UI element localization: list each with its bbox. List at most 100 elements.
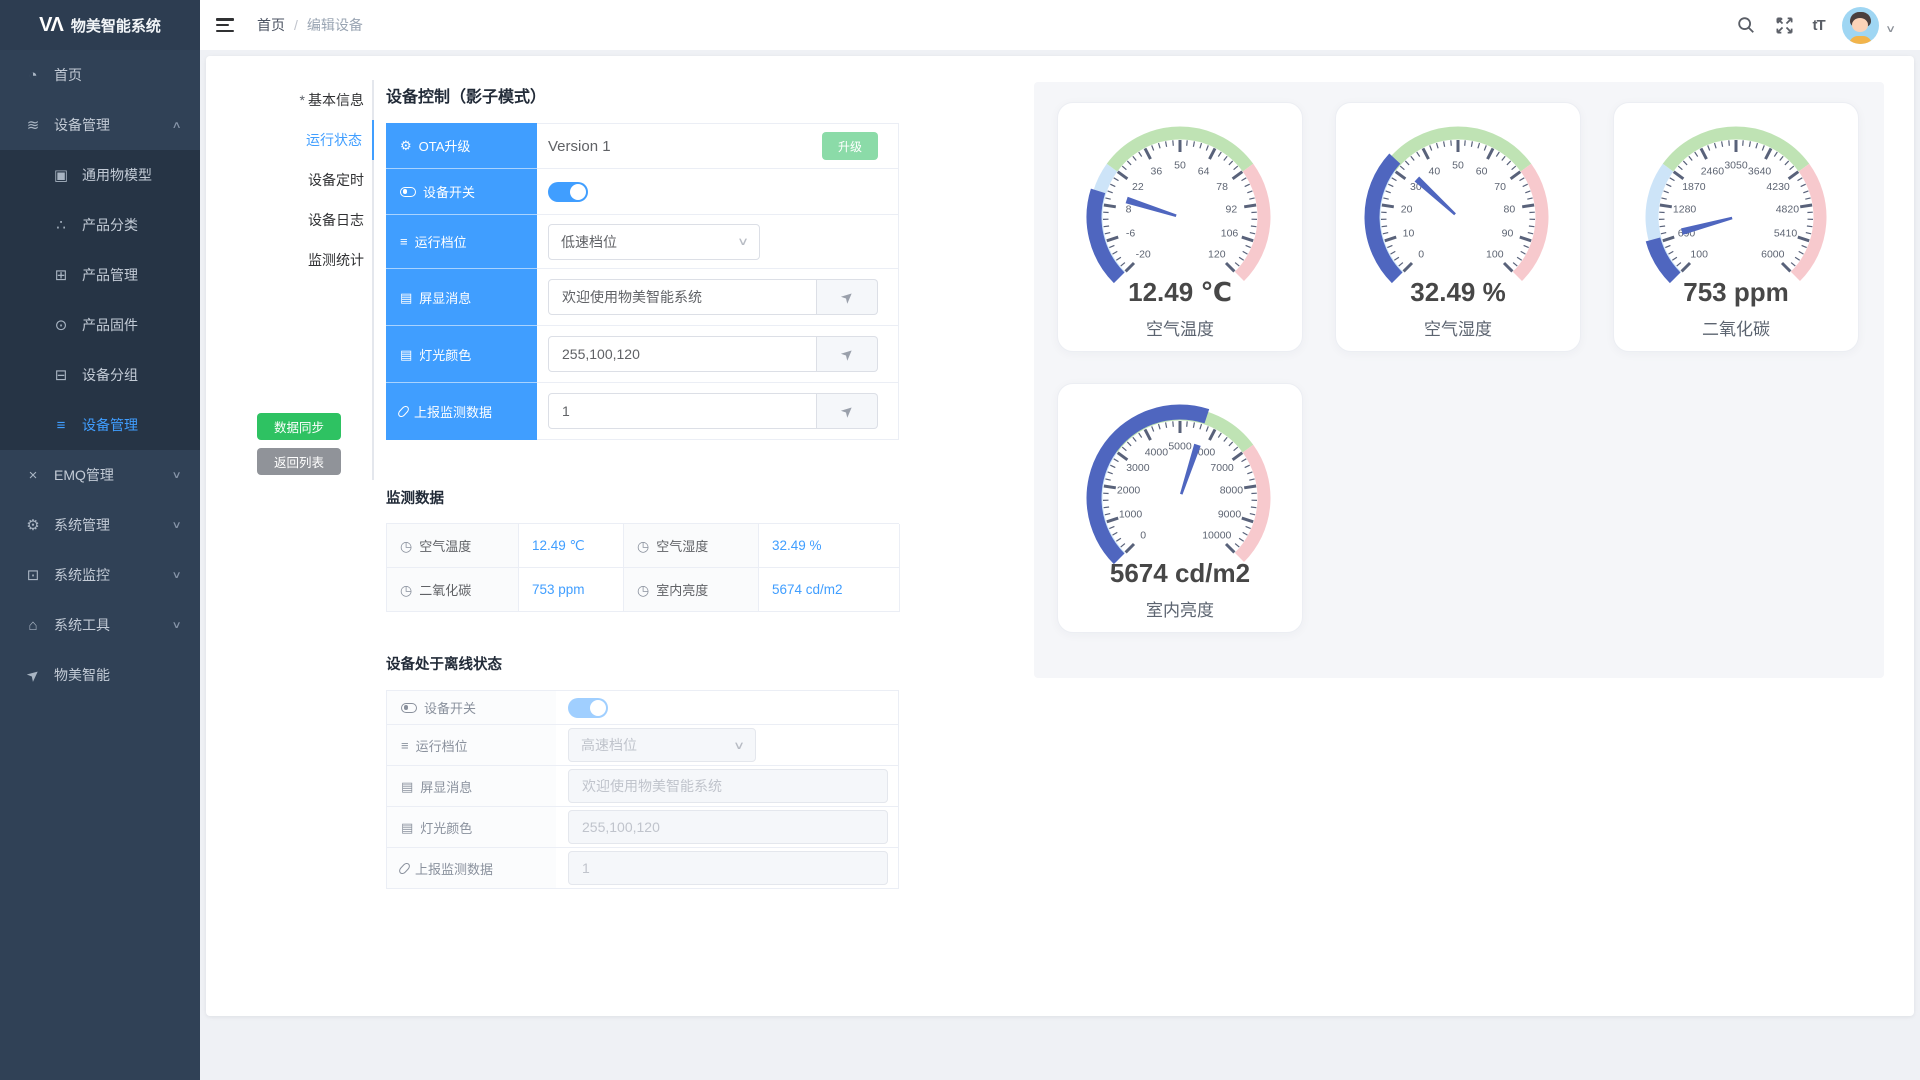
gauge-label: 室内亮度 [1058, 596, 1302, 621]
control-row-label: ⚙OTA升级 [386, 123, 537, 169]
sidebar-item-label: 产品分类 [82, 215, 138, 235]
back-to-list-button[interactable]: 返回列表 [257, 448, 341, 475]
tab-监测统计[interactable]: 监测统计 [262, 240, 374, 280]
sidebar-menu: ◔首页 ≋设备管理∧ ▣通用物模型 ∴ 产品分类 ⊞产品管理 ⊙产品固件 ⊟设备分… [0, 50, 200, 700]
svg-text:20: 20 [1401, 204, 1413, 216]
offline-row: ≡运行档位 高速档位 ∨ [387, 725, 899, 766]
breadcrumb-home[interactable]: 首页 [257, 15, 285, 35]
gauge-dial: -20-68223650647892106120 [1070, 117, 1290, 285]
sidebar-item-product-category[interactable]: ∴ 产品分类 [0, 200, 200, 250]
paperclip-icon [398, 861, 412, 875]
svg-text:90: 90 [1502, 228, 1514, 240]
tab-设备定时[interactable]: 设备定时 [262, 160, 374, 200]
offline-row-value: 欢迎使用物美智能系统 [556, 766, 899, 807]
sidebar-item-product-mgmt[interactable]: ⊞产品管理 [0, 250, 200, 300]
paper-plane-icon: ➤ [21, 666, 45, 684]
sidebar-item-sys-tools[interactable]: ⌂系统工具∨ [0, 600, 200, 650]
text-input: 欢迎使用物美智能系统 [568, 769, 888, 803]
group-icon: ⊟ [49, 366, 73, 384]
sidebar-item-wumei-smart[interactable]: ➤ 物美智能 [0, 650, 200, 700]
svg-text:0: 0 [1140, 529, 1146, 541]
text-input[interactable]: 1 [548, 393, 817, 429]
control-row-label: 设备开关 [386, 169, 537, 215]
control-row-label: ▤屏显消息 [386, 269, 537, 326]
offline-state-table: 设备开关 ≡运行档位 高速档位 ∨ ▤屏显消息 欢迎使用物美智能系统 ▤灯光颜色… [386, 690, 899, 889]
send-button[interactable]: ➤ [817, 279, 878, 315]
tab-设备日志[interactable]: 设备日志 [262, 200, 374, 240]
offline-row-label: ▤灯光颜色 [387, 807, 556, 848]
gear-level-select[interactable]: 低速档位 ∨ [548, 224, 760, 260]
control-section-title: 设备控制（影子模式） [386, 83, 546, 107]
gauge-icon: ◷ [637, 583, 649, 597]
sidebar-item-device-group[interactable]: ⊟设备分组 [0, 350, 200, 400]
chevron-down-icon: ∨ [171, 470, 181, 481]
tab-label: 设备日志 [308, 212, 364, 228]
tab-label: 设备定时 [308, 172, 364, 188]
user-menu[interactable]: ∨ [1842, 7, 1894, 44]
send-button[interactable]: ➤ [817, 336, 878, 372]
sidebar-collapse-icon[interactable] [216, 18, 234, 32]
offline-row-label: ≡运行档位 [387, 725, 556, 766]
sidebar-item-emq[interactable]: ×EMQ管理∨ [0, 450, 200, 500]
svg-text:2000: 2000 [1117, 485, 1141, 497]
gauge-dashboard: -20-68223650647892106120 12.49 ℃ 空气温度 01… [1034, 82, 1884, 678]
gauge-card: 0102030405060708090100 32.49 % 空气湿度 [1335, 102, 1581, 352]
control-row-value: 255,100,120 ➤ [537, 326, 899, 383]
sidebar-item-label: 物美智能 [54, 665, 110, 685]
offline-row: 设备开关 [387, 691, 899, 725]
gauge-icon: ◷ [400, 583, 412, 597]
gear-level-icon: ≡ [400, 235, 408, 248]
paper-plane-icon: ➤ [836, 400, 857, 422]
sidebar: VΛ 物美智能系统 ◔首页 ≋设备管理∧ ▣通用物模型 ∴产品分类 ⊞产品管理 … [0, 0, 200, 1080]
svg-text:100: 100 [1486, 248, 1504, 260]
text-input[interactable]: 255,100,120 [548, 336, 817, 372]
gear-level-select: 高速档位 ∨ [568, 728, 756, 762]
svg-text:100: 100 [1690, 248, 1708, 260]
device-switch-toggle[interactable] [548, 182, 588, 202]
chevron-down-icon: ∨ [171, 520, 181, 531]
svg-text:36: 36 [1151, 165, 1163, 177]
required-asterisk: * [300, 92, 305, 108]
sidebar-item-sys-mgmt[interactable]: ⚙系统管理∨ [0, 500, 200, 550]
gauge-label: 二氧化碳 [1614, 315, 1858, 340]
gauge-value: 32.49 % [1336, 277, 1580, 308]
svg-text:-20: -20 [1136, 248, 1151, 260]
monitor-icon: ⊡ [21, 566, 45, 584]
svg-text:50: 50 [1452, 160, 1464, 172]
gauge-needle [1415, 177, 1456, 216]
sidebar-item-sys-monitor[interactable]: ⊡系统监控∨ [0, 550, 200, 600]
font-size-icon[interactable]: tT [1813, 17, 1825, 34]
fullscreen-icon[interactable] [1774, 14, 1796, 36]
tab-运行状态[interactable]: 运行状态 [262, 120, 374, 160]
sidebar-item-product-firmware[interactable]: ⊙产品固件 [0, 300, 200, 350]
text-input[interactable]: 欢迎使用物美智能系统 [548, 279, 817, 315]
offline-row-label: 设备开关 [387, 691, 556, 725]
sidebar-item-label: 首页 [54, 65, 82, 85]
category-icon: ∴ [49, 216, 73, 234]
offline-row: ▤灯光颜色 255,100,120 [387, 807, 899, 848]
svg-text:80: 80 [1504, 204, 1516, 216]
svg-text:1280: 1280 [1673, 204, 1697, 216]
control-row-value: 1 ➤ [537, 383, 899, 440]
search-icon[interactable] [1735, 14, 1757, 36]
firmware-version: Version 1 [548, 138, 611, 155]
svg-text:60: 60 [1476, 165, 1488, 177]
document-icon: ▤ [401, 780, 413, 793]
sidebar-item-device-mgmt[interactable]: ≋设备管理∧ [0, 100, 200, 150]
sidebar-item-home[interactable]: ◔首页 [0, 50, 200, 100]
offline-row-value: 高速档位 ∨ [556, 725, 899, 766]
upgrade-button[interactable]: 升级 [822, 132, 878, 160]
svg-text:-6: -6 [1126, 228, 1135, 240]
data-sync-button[interactable]: 数据同步 [257, 413, 341, 440]
gear-icon: ⚙ [400, 139, 412, 152]
gear-level-icon: ≡ [401, 739, 409, 752]
avatar[interactable] [1842, 7, 1879, 44]
firmware-icon: ⊙ [49, 316, 73, 334]
tab-基本信息[interactable]: *基本信息 [262, 80, 374, 120]
control-row: ⚙OTA升级 Version 1 升级 [386, 123, 899, 169]
offline-row-value [556, 691, 899, 725]
send-button[interactable]: ➤ [817, 393, 878, 429]
sidebar-item-thing-model[interactable]: ▣通用物模型 [0, 150, 200, 200]
chevron-up-icon: ∧ [171, 120, 181, 131]
sidebar-item-device-list[interactable]: ≡设备管理 [0, 400, 200, 450]
